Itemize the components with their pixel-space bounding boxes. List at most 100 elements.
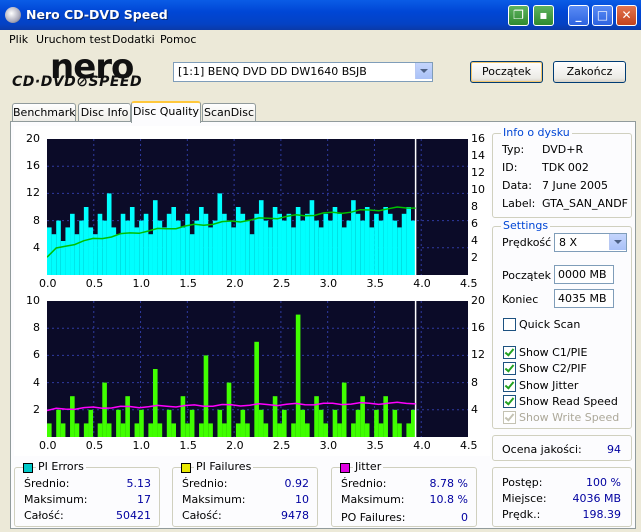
menu-dodatki[interactable]: Dodatki [112,33,155,46]
position-value: 4036 MB [572,492,621,505]
data-bar [157,423,163,437]
y-axis-tick-label: 4 [33,240,40,254]
data-bar [65,227,71,275]
data-bar [355,409,361,437]
pi-failures-max-label: Maksimum: [182,493,246,506]
data-bar [208,227,213,275]
data-bar [134,227,140,275]
data-bar [116,234,121,275]
data-bar [291,227,296,275]
window-title: Nero CD-DVD Speed [26,7,168,22]
speed-readout-label: Prędk.: [502,508,541,521]
menu-plik[interactable]: Plik [9,33,28,46]
quality-score-label: Ocena jakości: [502,443,582,456]
data-bar [208,423,213,437]
copy-icon: ❐ [513,8,524,22]
data-bar [171,423,177,437]
start-mb-input[interactable]: 0000 MB [554,265,614,284]
pi-errors-max-label: Maksimum: [24,493,88,506]
show-c2-pif-check[interactable] [503,362,516,375]
pi-failures-right-axis: 20 16 12 8 4 [469,294,491,444]
show-jitter-checkbox[interactable]: Show Jitter [503,379,628,394]
data-bar [222,213,227,275]
show-jitter-check[interactable] [503,379,516,392]
data-bar [364,207,370,275]
quick-scan-checkbox[interactable]: Quick Scan [503,318,628,333]
data-bar [286,213,292,275]
data-bar [374,409,379,437]
jitter-avg: 8.78 % [429,477,468,490]
menu-uruchom-test[interactable]: Uruchom test [36,33,111,46]
data-bar [129,207,135,275]
data-bar [364,423,370,437]
tab-benchmark[interactable]: Benchmark [12,103,76,122]
x-axis-tick-label: 0.5 [85,439,104,452]
data-bar [212,220,218,275]
speed-select[interactable]: 8 X [554,233,627,252]
data-bar [97,423,103,437]
show-c1-pie-checkbox[interactable]: Show C1/PIE [503,346,628,361]
maximize-button[interactable]: □ [592,5,613,26]
settings-title: Settings [501,219,551,232]
data-bar [152,200,158,275]
minimize-button[interactable]: _ [568,5,589,26]
chevron-down-icon[interactable] [415,63,432,79]
progress-box: Postęp: 100 % Miejsce: 4036 MB Prędk.: 1… [492,467,632,527]
quality-score-box: Ocena jakości: 94 [492,435,632,461]
show-c1-pie-check[interactable] [503,346,516,359]
po-failures-value: 0 [461,511,468,524]
data-bar [152,369,158,437]
data-bar [125,220,130,275]
data-bar [203,213,209,275]
drive-select[interactable]: [1:1] BENQ DVD DD DW1640 BSJB [173,62,433,82]
end-button[interactable]: Zakończ [553,61,626,83]
x-axis-tick-label: 2.0 [226,277,244,290]
y-axis-tick-label: 4 [471,402,478,416]
jitter-avg-label: Średnio: [341,477,387,490]
data-bar [254,341,259,437]
data-bar [102,220,107,275]
data-bar [97,213,103,275]
tab-disc-quality[interactable]: Disc Quality [131,101,201,123]
x-axis-tick-label: 3.5 [366,277,384,290]
end-mb-input[interactable]: 4035 MB [554,289,614,308]
data-bar [120,423,126,437]
title-bar[interactable]: Nero CD-DVD Speed ❐ ▪ _ □ ✕ [0,0,641,30]
chevron-down-icon[interactable] [609,234,626,250]
show-c2-pif-checkbox[interactable]: Show C2/PIF [503,362,628,377]
tab-scandisc[interactable]: ScanDisc [202,103,256,122]
show-write-speed-checkbox: Show Write Speed [503,411,628,426]
app-icon[interactable] [5,7,21,23]
data-bar [70,396,75,437]
show-read-speed-check[interactable] [503,395,516,408]
tab-disc-info[interactable]: Disc Info [78,103,131,122]
data-bar [235,423,241,437]
data-bar [74,234,80,275]
data-bar [226,220,232,275]
data-bar [272,207,278,275]
settings-group: Settings Prędkość 8 X Początek 0000 MB K… [492,219,632,429]
data-bar [323,423,329,437]
disc-type-value: DVD+R [542,143,584,156]
x-axis-tick-label: 0.5 [85,277,104,290]
start-button[interactable]: Początek [470,61,543,83]
data-bar [341,227,347,275]
data-bar [166,213,172,275]
jitter-title: Jitter [353,460,384,473]
data-bar [134,423,140,437]
data-bar [203,355,209,437]
quick-scan-check[interactable] [503,318,516,331]
show-read-speed-checkbox[interactable]: Show Read Speed [503,395,628,410]
extra-window-button-1[interactable]: ❐ [508,5,529,26]
data-bar [268,227,273,275]
data-bar [249,234,255,275]
close-button[interactable]: ✕ [616,5,637,26]
data-bar [309,200,315,275]
data-bar [295,207,301,275]
menu-pomoc[interactable]: Pomoc [160,33,196,46]
maximize-icon: □ [596,8,609,22]
data-bar [83,423,89,437]
pi-errors-stats: PI Errors Średnio: 5.13 Maksimum: 17 Cał… [14,460,160,527]
quality-score-value: 94 [607,443,621,456]
extra-window-button-2[interactable]: ▪ [533,5,554,26]
